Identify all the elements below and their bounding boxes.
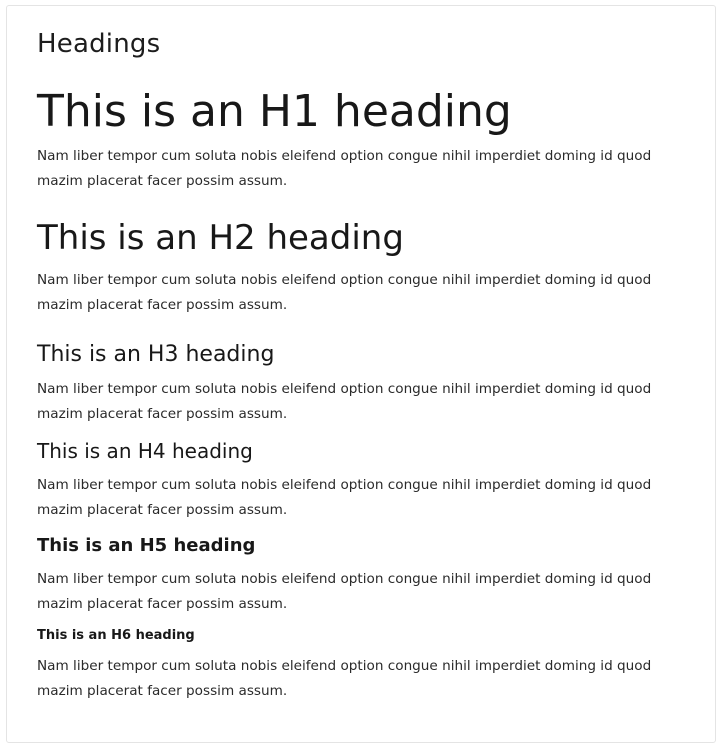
h1-heading: This is an H1 heading — [37, 86, 512, 137]
h5-heading: This is an H5 heading — [37, 535, 256, 556]
headings-card: Headings This is an H1 heading Nam liber… — [6, 5, 716, 743]
h5-paragraph: Nam liber tempor cum soluta nobis eleife… — [37, 571, 652, 612]
h6-heading: This is an H6 heading — [37, 628, 195, 643]
h2-paragraph: Nam liber tempor cum soluta nobis eleife… — [37, 272, 652, 313]
h3-paragraph: Nam liber tempor cum soluta nobis eleife… — [37, 381, 652, 422]
h6-paragraph: Nam liber tempor cum soluta nobis eleife… — [37, 658, 652, 699]
h1-paragraph: Nam liber tempor cum soluta nobis eleife… — [37, 148, 652, 189]
h2-heading: This is an H2 heading — [37, 218, 404, 258]
h4-paragraph: Nam liber tempor cum soluta nobis eleife… — [37, 477, 652, 518]
h3-heading: This is an H3 heading — [37, 342, 275, 367]
h4-heading: This is an H4 heading — [37, 439, 253, 463]
card-title: Headings — [37, 29, 161, 59]
